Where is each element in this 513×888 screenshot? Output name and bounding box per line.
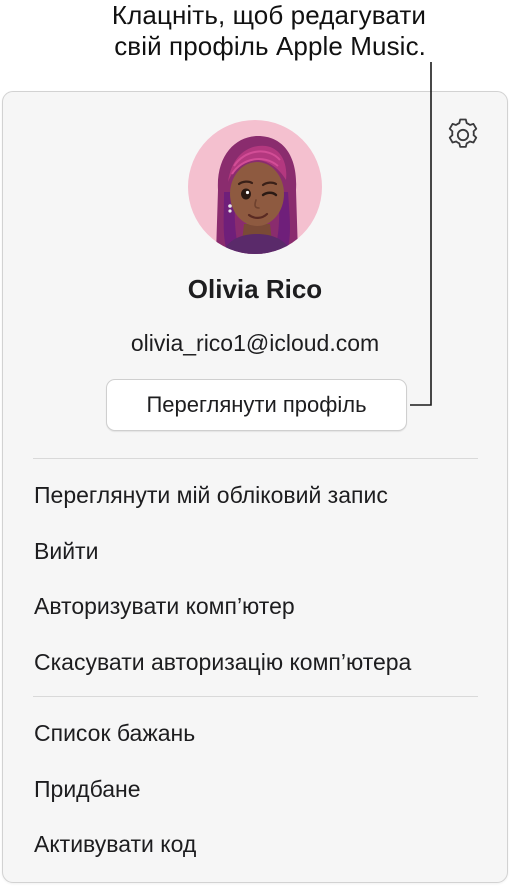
menu-item-wishlist[interactable]: Список бажань xyxy=(34,719,195,747)
settings-gear-icon[interactable] xyxy=(443,115,483,155)
menu-divider-top xyxy=(33,458,478,459)
profile-name: Olivia Rico xyxy=(187,274,323,304)
view-profile-button[interactable]: Переглянути профіль xyxy=(106,379,407,431)
callout-annotation: Клацніть, щоб редагувати свій профіль Ap… xyxy=(40,0,426,62)
menu-divider-middle xyxy=(33,696,478,697)
menu-item-purchased[interactable]: Придбане xyxy=(34,775,141,803)
profile-email: olivia_rico1@icloud.com xyxy=(130,330,380,356)
menu-item-sign-out[interactable]: Вийти xyxy=(34,537,98,565)
memoji-avatar-image xyxy=(216,136,298,254)
avatar xyxy=(188,120,322,254)
menu-item-deauthorize-computer[interactable]: Скасувати авторизацію комп’ютера xyxy=(34,648,411,676)
menu-item-view-account[interactable]: Переглянути мій обліковий запис xyxy=(34,481,388,509)
callout-line-1: Клацніть, щоб редагувати xyxy=(111,0,426,30)
screen: Клацніть, щоб редагувати свій профіль Ap… xyxy=(0,0,513,888)
menu-item-authorize-computer[interactable]: Авторизувати комп’ютер xyxy=(34,592,295,620)
menu-item-redeem-code[interactable]: Активувати код xyxy=(34,830,196,858)
callout-line-2: свій профіль Apple Music. xyxy=(114,31,426,61)
